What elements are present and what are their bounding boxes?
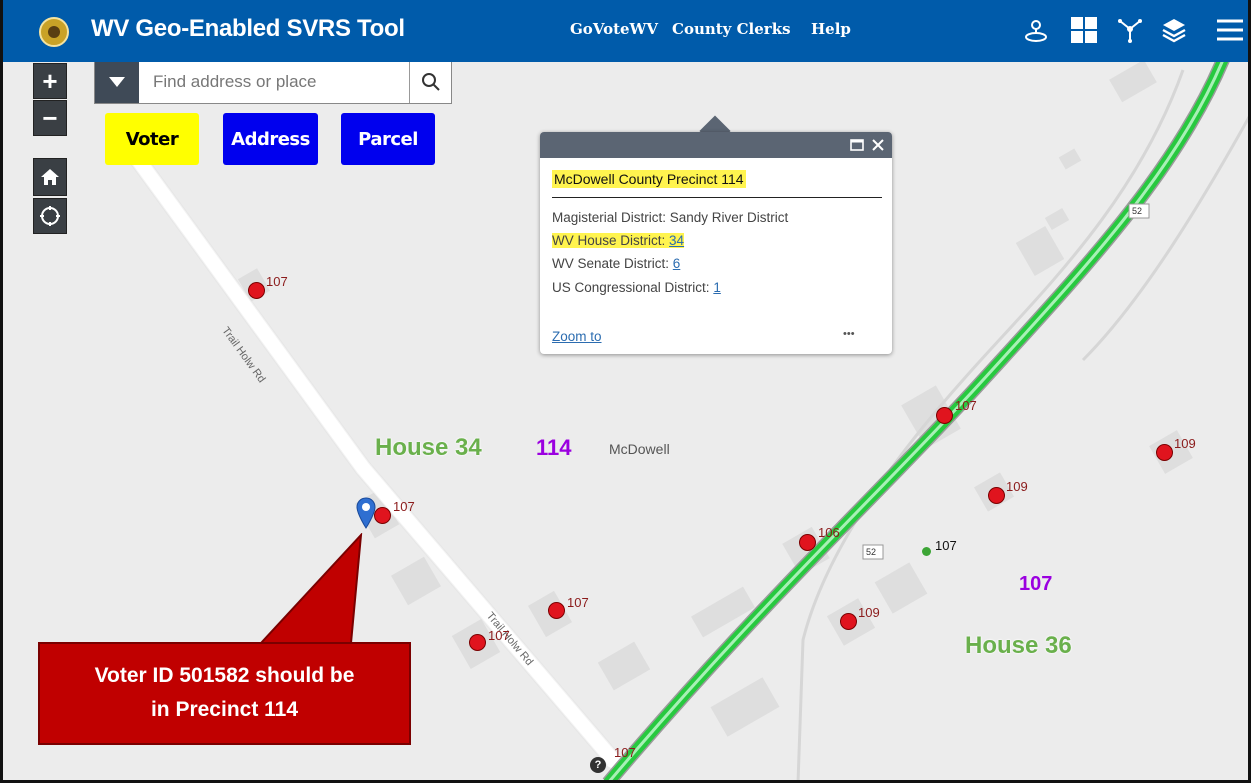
voter-point[interactable] (936, 407, 953, 424)
county-label: McDowell (609, 441, 670, 457)
app-title: WV Geo-Enabled SVRS Tool (91, 15, 405, 42)
header-link-govotewv[interactable]: GoVoteWV (570, 20, 658, 38)
voter-point-label: 107 (614, 745, 636, 760)
house-district-label: WV House District: (552, 233, 670, 248)
voter-point-label: 109 (858, 605, 880, 620)
parcel-button[interactable]: Parcel (341, 113, 435, 165)
info-popup: McDowell County Precinct 114 Magisterial… (540, 132, 892, 354)
popup-divider (552, 197, 882, 198)
senate-district-label: WV Senate District: (552, 256, 673, 271)
search-icon (421, 73, 440, 91)
header-link-county-clerks[interactable]: County Clerks (672, 20, 791, 38)
voter-button[interactable]: Voter (105, 113, 199, 165)
house-district-link[interactable]: 34 (669, 233, 685, 248)
callout-line: in Precinct 114 (150, 698, 299, 721)
voter-point[interactable] (548, 602, 565, 619)
voter-point[interactable] (988, 487, 1005, 504)
highway-shield: 52 (866, 547, 877, 557)
house-district-row: WV House District: 34 (552, 233, 685, 248)
congress-district-link[interactable]: 1 (713, 280, 721, 295)
location-share-icon[interactable] (1019, 13, 1053, 47)
zoom-in-button[interactable]: + (33, 63, 67, 99)
search-input[interactable] (139, 61, 409, 103)
precinct-label: 107 (1019, 573, 1053, 595)
header-link-help[interactable]: Help (811, 20, 851, 38)
callout-text: Voter ID 501582 should be in Precinct 11… (38, 659, 411, 727)
search-source-dropdown[interactable] (95, 61, 139, 103)
voter-point-label: 106 (818, 525, 840, 540)
voter-point[interactable] (374, 507, 391, 524)
voter-point-label: 107 (567, 595, 589, 610)
help-icon[interactable]: ? (590, 757, 606, 773)
search-widget (94, 60, 452, 104)
state-seal-logo (39, 17, 69, 47)
zoom-out-button[interactable]: − (33, 100, 67, 136)
menu-icon[interactable] (1213, 13, 1247, 47)
voter-point-label: 107 (488, 628, 510, 643)
locate-button[interactable] (33, 198, 67, 234)
house-district-label: House 34 (375, 434, 482, 461)
voter-point-label: 107 (935, 538, 957, 553)
voter-point-green[interactable] (922, 547, 931, 556)
location-pin-icon[interactable] (356, 497, 376, 529)
callout-line: Voter ID 501582 should be (94, 664, 355, 687)
voter-point[interactable] (799, 534, 816, 551)
home-icon (41, 169, 59, 185)
senate-district-row: WV Senate District: 6 (552, 256, 680, 271)
layers-icon[interactable] (1157, 13, 1191, 47)
voter-point[interactable] (1156, 444, 1173, 461)
app-header: WV Geo-Enabled SVRS Tool GoVoteWV County… (3, 0, 1248, 62)
voter-point-label: 109 (1174, 436, 1196, 451)
voter-point-label: 107 (393, 499, 415, 514)
address-button[interactable]: Address (223, 113, 318, 165)
more-actions-button[interactable]: ••• (843, 328, 855, 340)
voter-point-label: 107 (955, 398, 977, 413)
callout-pointer (260, 533, 363, 644)
maximize-icon[interactable] (850, 139, 864, 151)
close-icon[interactable] (871, 138, 885, 152)
voter-point[interactable] (469, 634, 486, 651)
crosshair-icon (40, 206, 60, 226)
zoom-to-link[interactable]: Zoom to (552, 329, 602, 344)
congress-district-row: US Congressional District: 1 (552, 280, 721, 295)
precinct-label: 114 (536, 435, 572, 460)
caret-down-icon (109, 77, 125, 87)
house-district-label: House 36 (965, 632, 1072, 659)
popup-header (540, 132, 892, 158)
congress-district-label: US Congressional District: (552, 280, 714, 295)
network-icon[interactable] (1113, 13, 1147, 47)
voter-point-label: 109 (1006, 479, 1028, 494)
magisterial-district: Magisterial District: Sandy River Distri… (552, 210, 789, 225)
app-frame: 52 52 Trail Holw Rd Trail Holw Rd House … (0, 0, 1251, 783)
senate-district-link[interactable]: 6 (673, 256, 681, 271)
search-button[interactable] (409, 61, 451, 103)
highway-shield: 52 (1132, 206, 1143, 216)
grid-icon[interactable] (1067, 13, 1101, 47)
voter-point-label: 107 (266, 274, 288, 289)
popup-title: McDowell County Precinct 114 (552, 170, 746, 188)
voter-point[interactable] (248, 282, 265, 299)
home-button[interactable] (33, 158, 67, 196)
voter-point[interactable] (840, 613, 857, 630)
